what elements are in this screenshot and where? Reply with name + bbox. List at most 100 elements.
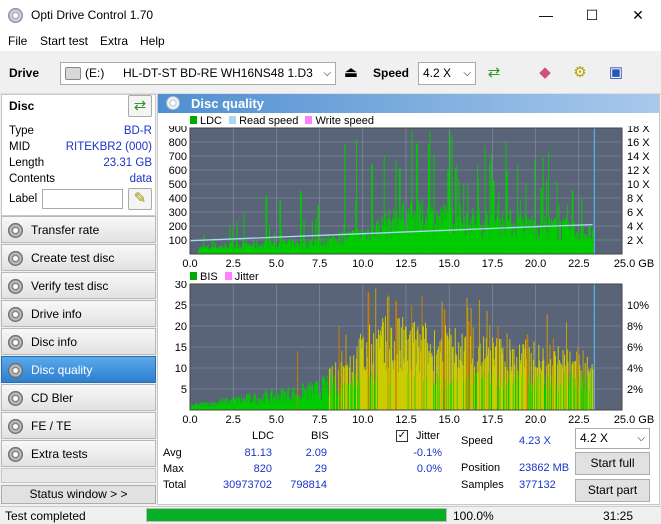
disc-mid-value: RITEKBR2 (000) xyxy=(65,141,152,153)
disc-header: Disc xyxy=(9,99,35,113)
x-tick-label: 22.5 xyxy=(568,414,589,426)
app-icon xyxy=(8,8,23,23)
y2-tick-label: 4% xyxy=(627,363,643,375)
speed-select[interactable]: 4.2 X ⌵ xyxy=(418,62,476,85)
panel-title: Disc quality xyxy=(191,96,264,111)
progress-bar xyxy=(146,508,447,522)
stats-total-bis: 798814 xyxy=(290,479,327,491)
y-tick-label: 25 xyxy=(175,300,187,312)
status-text: Test completed xyxy=(5,509,86,523)
menu-help[interactable]: Help xyxy=(140,34,165,48)
x-tick-label: 2.5 xyxy=(226,414,241,426)
drive-select[interactable]: (E:) HL-DT-ST BD-RE WH16NS48 1.D3 ⌵ xyxy=(60,62,336,85)
nav-transfer-rate[interactable]: Transfer rate xyxy=(1,216,156,243)
drive-icon xyxy=(65,67,81,80)
nav-fe-te[interactable]: FE / TE xyxy=(1,412,156,439)
eraser-icon[interactable]: ◆ xyxy=(532,60,558,86)
bis-chart: 30 25 20 15 10 5 10% 8% 6% 4% 2% 0.0 2.5 5.0 7.5 10.0 12… xyxy=(175,281,654,426)
nav-disc-info[interactable]: Disc info xyxy=(1,328,156,355)
x-tick-label: 12.5 xyxy=(395,258,416,270)
stats-avg-label: Avg xyxy=(163,447,182,459)
save-icon[interactable]: ▣ xyxy=(603,60,629,86)
jitter-checkbox[interactable]: ✓ xyxy=(396,430,408,442)
nav-extra-tests[interactable]: Extra tests xyxy=(1,440,156,467)
disc-refresh-icon[interactable]: ⇄ xyxy=(128,95,152,117)
y2-tick-label: 10 X xyxy=(627,179,650,191)
drive-letter: (E:) xyxy=(85,66,105,80)
nav-create-test-disc[interactable]: Create test disc xyxy=(1,244,156,271)
disc-mid-label: MID xyxy=(9,141,31,153)
minimize-button[interactable]: — xyxy=(523,0,569,31)
y-tick-label: 5 xyxy=(181,384,187,396)
nav-disc-quality[interactable]: Disc quality xyxy=(1,356,156,383)
start-part-button[interactable]: Start part xyxy=(575,479,650,502)
disc-label-input[interactable] xyxy=(42,189,123,209)
ldc-bar xyxy=(592,228,594,254)
y2-tick-label: 2 X xyxy=(627,235,644,247)
stats-avg-bis: 2.09 xyxy=(305,447,327,459)
menu-file[interactable]: File xyxy=(8,34,27,48)
position-label: Position xyxy=(461,462,501,474)
label-edit-icon[interactable]: ✎ xyxy=(128,188,152,210)
test-speed-value: 4.2 X xyxy=(580,431,609,445)
disc-icon xyxy=(8,279,23,294)
y2-tick-label: 18 X xyxy=(627,126,650,135)
y2-tick-label: 8% xyxy=(627,321,643,333)
x-tick-label: 22.5 xyxy=(568,258,589,270)
y2-tick-label: 10% xyxy=(627,300,649,312)
y-tick-label: 300 xyxy=(169,207,187,219)
close-button[interactable]: ✕ xyxy=(615,0,661,31)
stats-avg-ldc: 81.13 xyxy=(244,447,272,459)
legend-bis-swatch xyxy=(190,272,197,280)
x-tick-label: 0.0 xyxy=(182,258,197,270)
speed-stat-label: Speed xyxy=(461,435,493,447)
disc-icon xyxy=(8,419,23,434)
menu-start-test[interactable]: Start test xyxy=(40,34,88,48)
y2-tick-label: 6 X xyxy=(627,207,644,219)
disc-quality-icon xyxy=(166,96,180,110)
stats-max-ldc: 820 xyxy=(253,463,272,475)
nav-verify-test-disc[interactable]: Verify test disc xyxy=(1,272,156,299)
nav-drive-info[interactable]: Drive info xyxy=(1,300,156,327)
bis-bar xyxy=(592,369,594,410)
x-tick-label: 12.5 xyxy=(395,414,416,426)
disc-contents-label: Contents xyxy=(9,173,56,185)
drive-label: Drive xyxy=(9,66,40,80)
nav-spacer xyxy=(1,468,156,483)
test-speed-select[interactable]: 4.2 X ⌵ xyxy=(575,428,650,449)
ldc-chart: 900 800 700 600 500 400 300 200 100 18 X 16 X 14 X 1… xyxy=(169,126,655,270)
disc-icon xyxy=(8,447,23,462)
jitter-max: 0.0% xyxy=(416,463,442,475)
y2-tick-label: 6% xyxy=(627,342,643,354)
eject-icon[interactable]: ⏏ xyxy=(338,60,364,86)
refresh-icon[interactable]: ⇄ xyxy=(481,60,507,86)
disc-icon xyxy=(8,363,23,378)
y2-tick-label: 16 X xyxy=(627,137,650,149)
samples-value: 377132 xyxy=(519,479,556,491)
y-tick-label: 100 xyxy=(169,235,187,247)
chevron-down-icon: ⌵ xyxy=(463,68,471,79)
start-full-button[interactable]: Start full xyxy=(575,452,650,475)
x-tick-label: 25.0 GB xyxy=(614,258,654,270)
x-tick-label: 15.0 xyxy=(438,414,459,426)
stats-ldc-header: LDC xyxy=(252,430,275,442)
settings-icon[interactable]: ⚙ xyxy=(567,60,593,86)
x-tick-label: 20.0 xyxy=(525,414,546,426)
y-tick-label: 15 xyxy=(175,342,187,354)
y-tick-label: 20 xyxy=(175,321,187,333)
maximize-button[interactable]: ☐ xyxy=(569,0,615,31)
disc-icon xyxy=(8,251,23,266)
y2-tick-label: 14 X xyxy=(627,151,650,163)
menu-extra[interactable]: Extra xyxy=(100,34,128,48)
x-tick-label: 17.5 xyxy=(482,414,503,426)
y2-tick-label: 12 X xyxy=(627,165,650,177)
legend-write-swatch xyxy=(305,116,313,124)
stats-max-label: Max xyxy=(163,463,184,475)
status-window-button[interactable]: Status window > > xyxy=(1,485,156,504)
x-tick-label: 17.5 xyxy=(482,258,503,270)
y2-tick-label: 2% xyxy=(627,384,643,396)
nav-cd-bler[interactable]: CD Bler xyxy=(1,384,156,411)
y-tick-label: 200 xyxy=(169,221,187,233)
speed-stat-value: 4.23 X xyxy=(519,435,551,447)
y-tick-label: 700 xyxy=(169,151,187,163)
